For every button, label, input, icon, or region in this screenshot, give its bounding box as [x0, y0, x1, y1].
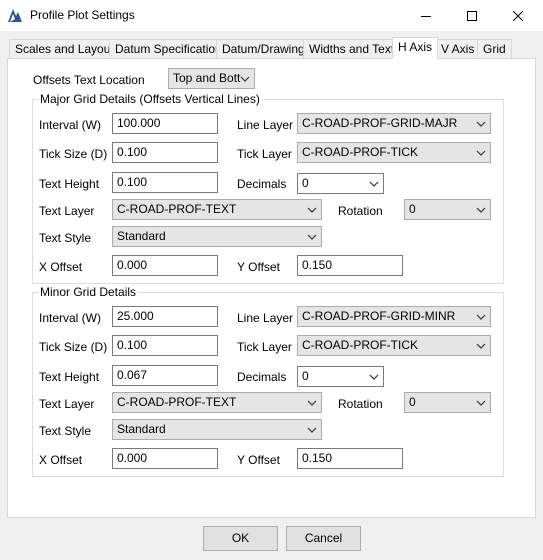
major-x-offset-label: X Offset — [39, 260, 83, 274]
major-decimals-label: Decimals — [237, 177, 287, 191]
tab-grid[interactable]: Grid — [477, 39, 512, 58]
major-tick-layer-label: Tick Layer — [237, 147, 292, 161]
major-y-offset-label: Y Offset — [237, 260, 280, 274]
chevron-down-icon — [476, 343, 486, 349]
minor-decimals-select[interactable]: 0 — [297, 366, 384, 387]
offsets-text-location-select[interactable]: Top and Bott — [168, 68, 255, 89]
minor-text-layer-select[interactable]: C-ROAD-PROF-TEXT — [112, 392, 322, 413]
major-line-layer-select[interactable]: C-ROAD-PROF-GRID-MAJR — [297, 113, 491, 134]
offsets-text-location-label: Offsets Text Location — [33, 73, 145, 87]
major-rotation-label: Rotation — [338, 204, 383, 218]
close-icon — [513, 10, 523, 21]
major-text-height-label: Text Height — [39, 177, 100, 191]
minor-text-height-input[interactable]: 0.067 — [112, 365, 218, 386]
major-text-style-select[interactable]: Standard — [112, 226, 322, 247]
major-y-offset-input[interactable]: 0.150 — [297, 255, 403, 276]
minor-line-layer-label: Line Layer — [237, 311, 294, 325]
ok-button[interactable]: OK — [203, 526, 278, 551]
minor-grid-group-title: Minor Grid Details — [38, 285, 139, 299]
maximize-icon — [467, 10, 477, 21]
minor-x-offset-label: X Offset — [39, 453, 83, 467]
minor-line-layer-select[interactable]: C-ROAD-PROF-GRID-MINR — [297, 306, 491, 327]
major-tick-layer-select[interactable]: C-ROAD-PROF-TICK — [297, 142, 491, 163]
minimize-button[interactable] — [403, 0, 449, 31]
major-decimals-select[interactable]: 0 — [297, 173, 384, 194]
minor-interval-input[interactable]: 25.000 — [112, 306, 218, 327]
chevron-down-icon — [476, 121, 486, 127]
tab-h-axis[interactable]: H Axis — [392, 37, 439, 59]
title-bar[interactable]: Profile Plot Settings — [0, 0, 543, 31]
major-text-height-input[interactable]: 0.100 — [112, 172, 218, 193]
maximize-button[interactable] — [449, 0, 495, 31]
major-interval-label: Interval (W) — [39, 118, 102, 132]
major-interval-input[interactable]: 100.000 — [112, 113, 218, 134]
chevron-down-icon — [307, 234, 317, 240]
minor-text-layer-label: Text Layer — [39, 397, 95, 411]
chevron-down-icon — [476, 400, 486, 406]
chevron-down-icon — [307, 207, 317, 213]
minor-tick-size-input[interactable]: 0.100 — [112, 335, 218, 356]
chevron-down-icon — [369, 374, 379, 380]
minor-tick-size-label: Tick Size (D) — [39, 340, 108, 354]
window-title: Profile Plot Settings — [30, 8, 135, 22]
major-x-offset-input[interactable]: 0.000 — [112, 255, 218, 276]
chevron-down-icon — [476, 207, 486, 213]
minor-text-style-label: Text Style — [39, 424, 92, 438]
tab-scales-and-layout[interactable]: Scales and Layout — [9, 39, 120, 58]
minor-decimals-label: Decimals — [237, 370, 287, 384]
chevron-down-icon — [369, 181, 379, 187]
minor-x-offset-input[interactable]: 0.000 — [112, 448, 218, 469]
chevron-down-icon — [476, 150, 486, 156]
app-logo-icon — [7, 7, 23, 23]
minor-tick-layer-label: Tick Layer — [237, 340, 292, 354]
tab-v-axis[interactable]: V Axis — [435, 39, 481, 58]
major-text-style-label: Text Style — [39, 231, 92, 245]
major-rotation-select[interactable]: 0 — [404, 199, 491, 220]
minor-interval-label: Interval (W) — [39, 311, 102, 325]
chevron-down-icon — [307, 427, 317, 433]
major-text-layer-label: Text Layer — [39, 204, 95, 218]
minor-rotation-label: Rotation — [338, 397, 383, 411]
tab-datum-drawing[interactable]: Datum/Drawing — [216, 39, 311, 58]
minor-text-height-label: Text Height — [39, 370, 100, 384]
chevron-down-icon — [240, 76, 250, 82]
minor-tick-layer-select[interactable]: C-ROAD-PROF-TICK — [297, 335, 491, 356]
minor-text-style-select[interactable]: Standard — [112, 419, 322, 440]
close-button[interactable] — [495, 0, 541, 31]
minor-y-offset-label: Y Offset — [237, 453, 280, 467]
chevron-down-icon — [307, 400, 317, 406]
minor-y-offset-input[interactable]: 0.150 — [297, 448, 403, 469]
tab-widths-and-text[interactable]: Widths and Text — [303, 39, 401, 58]
major-text-layer-select[interactable]: C-ROAD-PROF-TEXT — [112, 199, 322, 220]
major-grid-group-title: Major Grid Details (Offsets Vertical Lin… — [38, 92, 262, 106]
major-tick-size-input[interactable]: 0.100 — [112, 142, 218, 163]
major-tick-size-label: Tick Size (D) — [39, 147, 108, 161]
cancel-button[interactable]: Cancel — [286, 526, 361, 551]
minimize-icon — [421, 15, 431, 17]
major-line-layer-label: Line Layer — [237, 118, 294, 132]
tab-datum-specification[interactable]: Datum Specification — [109, 39, 228, 58]
chevron-down-icon — [476, 314, 486, 320]
minor-rotation-select[interactable]: 0 — [404, 392, 491, 413]
